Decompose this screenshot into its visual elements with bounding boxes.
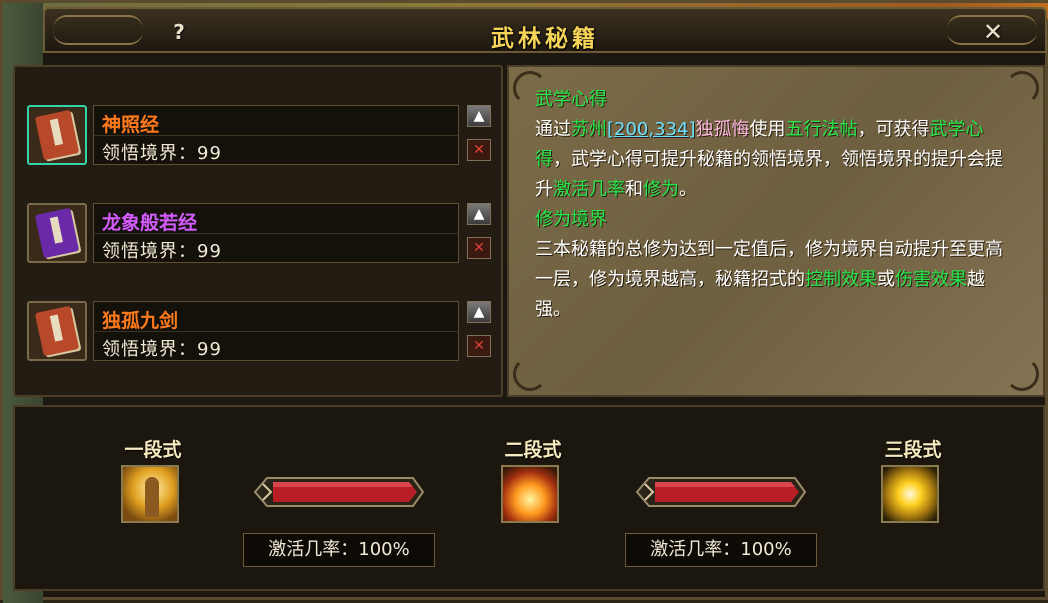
manual-row-2[interactable]: 龙象般若经 领悟境界：99 ▲ ✕	[27, 203, 497, 265]
stage-panel: 一段式 激活几率：100% 二段式 激活几率：100% 三段式	[13, 405, 1045, 591]
activation-rate-2: 激活几率：100%	[625, 533, 817, 567]
manual-info-frame: 神照经 领悟境界：99	[93, 105, 459, 165]
remove-x-icon: ✕	[473, 240, 485, 256]
text: 通过	[535, 119, 571, 140]
manual-name: 龙象般若经	[102, 212, 198, 234]
manual-name: 独孤九剑	[102, 310, 179, 332]
manual-book-icon[interactable]	[27, 301, 87, 361]
corner-ornament	[1005, 71, 1039, 105]
remove-manual-button[interactable]: ✕	[467, 335, 491, 357]
remove-manual-button[interactable]: ✕	[467, 237, 491, 259]
section-heading-insight: 武学心得	[535, 89, 607, 110]
arrow-up-icon: ▲	[473, 108, 485, 124]
move-up-button[interactable]: ▲	[467, 301, 491, 323]
manual-row-3[interactable]: 独孤九剑 领悟境界：99 ▲ ✕	[27, 301, 497, 363]
martial-manuals-window: ? 武林秘籍 ✕ 神照经 领悟境界：99 ▲ ✕ 龙象般若经 领悟境界：99 ▲…	[0, 0, 1048, 603]
activation-rate-1: 激活几率：100%	[243, 533, 435, 567]
progress-arrow-1	[253, 477, 425, 507]
description-text: 武学心得 通过苏州[200,334]独孤悔使用五行法帖，可获得武学心得，武学心得…	[535, 85, 1005, 325]
npc-name: 独孤悔	[695, 119, 750, 140]
divider	[94, 233, 458, 234]
fire-burst-icon[interactable]	[501, 465, 559, 523]
text: 或	[877, 269, 895, 290]
divider	[94, 135, 458, 136]
divider	[94, 331, 458, 332]
manual-comprehension-level: 领悟境界：99	[102, 143, 222, 164]
manual-row-1[interactable]: 神照经 领悟境界：99 ▲ ✕	[27, 105, 497, 167]
cultivation-paragraph: 三本秘籍的总修为达到一定值后，修为境界自动提升至更高一层，修为境界越高，秘籍招式…	[535, 235, 1005, 325]
term-activation-rate: 激活几率	[553, 179, 625, 200]
location-name: 苏州	[571, 119, 607, 140]
term-cultivation: 修为	[643, 179, 679, 200]
arrow-up-icon: ▲	[473, 206, 485, 222]
window-title: 武林秘籍	[491, 26, 599, 52]
title-bar: ? 武林秘籍 ✕	[43, 7, 1047, 53]
item-name: 五行法帖	[785, 119, 858, 140]
coordinate-link[interactable]: [200,334]	[607, 119, 695, 140]
section-heading-cultivation: 修为境界	[535, 209, 607, 230]
manual-comprehension-level: 领悟境界：99	[102, 241, 222, 262]
manual-book-icon[interactable]	[27, 203, 87, 263]
manual-list-panel: 神照经 领悟境界：99 ▲ ✕ 龙象般若经 领悟境界：99 ▲ ✕ 独孤九剑 领…	[13, 65, 503, 397]
description-panel: 武学心得 通过苏州[200,334]独孤悔使用五行法帖，可获得武学心得，武学心得…	[507, 65, 1045, 397]
text: 使用	[749, 119, 786, 140]
text: ，可获得	[857, 119, 930, 140]
progress-arrow-2	[635, 477, 807, 507]
corner-ornament	[513, 357, 547, 391]
term-control-effect: 控制效果	[805, 269, 877, 290]
book-cover-icon	[34, 305, 80, 357]
stage-label-1: 一段式	[124, 439, 182, 461]
corner-ornament	[1005, 357, 1039, 391]
term-damage-effect: 伤害效果	[895, 269, 967, 290]
figure-glow-icon[interactable]	[121, 465, 179, 523]
close-button[interactable]: ✕	[979, 19, 1007, 45]
text: 。	[679, 179, 697, 200]
manual-info-frame: 独孤九剑 领悟境界：99	[93, 301, 459, 361]
manual-comprehension-level: 领悟境界：99	[102, 339, 222, 360]
manual-book-icon[interactable]	[27, 105, 87, 165]
insight-paragraph: 通过苏州[200,334]独孤悔使用五行法帖，可获得武学心得，武学心得可提升秘籍…	[535, 115, 1005, 205]
close-icon[interactable]: ✕	[983, 18, 1003, 46]
golden-orb-icon[interactable]	[881, 465, 939, 523]
remove-manual-button[interactable]: ✕	[467, 139, 491, 161]
remove-x-icon: ✕	[473, 338, 485, 354]
move-up-button[interactable]: ▲	[467, 105, 491, 127]
arrow-up-icon: ▲	[473, 304, 485, 320]
stage-label-3: 三段式	[884, 439, 942, 461]
stage-label-2: 二段式	[504, 439, 562, 461]
remove-x-icon: ✕	[473, 142, 485, 158]
manual-info-frame: 龙象般若经 领悟境界：99	[93, 203, 459, 263]
book-cover-icon	[34, 207, 80, 259]
book-cover-icon	[34, 109, 80, 161]
text: 和	[625, 179, 643, 200]
manual-name: 神照经	[102, 114, 160, 136]
move-up-button[interactable]: ▲	[467, 203, 491, 225]
